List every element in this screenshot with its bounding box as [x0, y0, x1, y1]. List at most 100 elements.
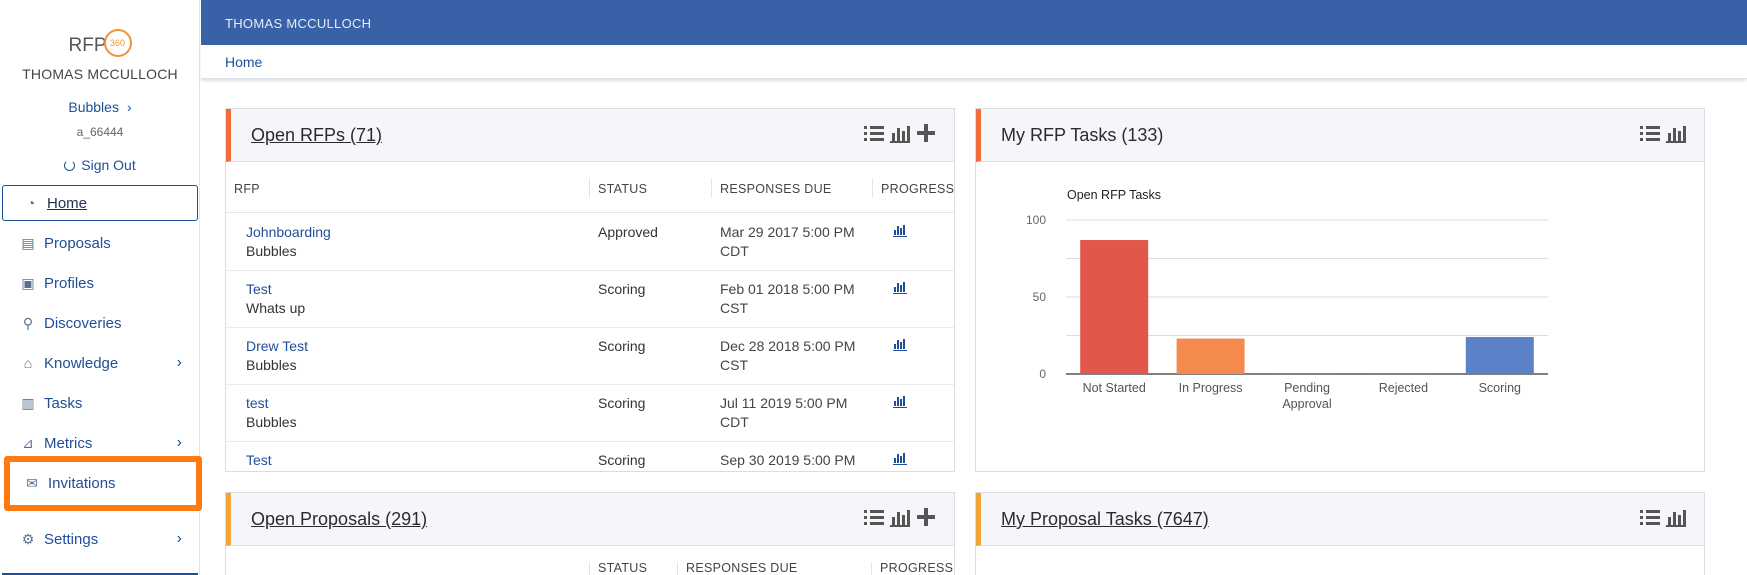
progress-chart-icon[interactable]: [893, 339, 907, 351]
rfp-due-date: Dec 28 2018 5:00 PM: [720, 338, 856, 354]
bar: [1465, 337, 1534, 374]
x-tick-label: Not Started: [1083, 381, 1146, 395]
table-row[interactable]: test Bubbles Scoring Jul 11 2019 5:00 PM C…: [226, 385, 954, 442]
sidebar-item-profiles[interactable]: ▣ Profiles: [0, 265, 198, 301]
sidebar-item-label: Discoveries: [44, 314, 122, 332]
org-switcher[interactable]: Bubbles ›: [0, 99, 200, 115]
bank-icon: ⌂: [23, 355, 33, 371]
chart-icon: ⊿: [22, 434, 34, 451]
table-row[interactable]: Johnboarding Bubbles Approved Mar 29 2017…: [226, 214, 954, 271]
column-divider: [677, 562, 678, 575]
sign-out-link[interactable]: Sign Out: [0, 157, 200, 173]
open-proposals-title[interactable]: Open Proposals (291): [251, 509, 427, 530]
x-tick-label: Rejected: [1379, 381, 1428, 395]
rfp-name-link[interactable]: Drew Test: [246, 337, 308, 356]
table-body: Johnboarding Bubbles Approved Mar 29 2017…: [226, 214, 954, 471]
sidebar-item-label: Metrics: [44, 434, 93, 452]
list-view-icon[interactable]: [1640, 507, 1660, 527]
sidebar-item-settings[interactable]: ⚙ Settings ›: [0, 521, 198, 557]
column-header-status[interactable]: STATUS: [598, 561, 647, 575]
sidebar-item-home[interactable]: ◔ Home: [2, 185, 198, 221]
bar: [1369, 373, 1438, 374]
bar: [1176, 338, 1245, 374]
rfp-due-date: Feb 01 2018 5:00 PM: [720, 281, 855, 297]
sidebar-item-invitations[interactable]: ✉ Invitations: [4, 456, 202, 511]
column-header-progress[interactable]: PROGRESS: [881, 182, 954, 196]
sidebar-item-label: Settings: [44, 530, 99, 548]
column-divider: [589, 562, 590, 575]
progress-chart-icon[interactable]: [893, 282, 907, 294]
envelope-icon: ✉: [26, 475, 38, 491]
table-row[interactable]: Test Scoring Sep 30 2019 5:00 PM: [226, 442, 954, 471]
list-view-icon[interactable]: [864, 123, 884, 143]
column-header-rfp[interactable]: RFP: [234, 182, 260, 196]
sidebar-item-proposals[interactable]: ▤ Proposals: [0, 225, 198, 261]
org-label: Bubbles: [68, 99, 119, 115]
power-icon: [64, 160, 76, 171]
rfp-name-link[interactable]: Test: [246, 280, 305, 299]
rfp-name-link[interactable]: Johnboarding: [246, 223, 331, 242]
table-row[interactable]: Drew Test Bubbles Scoring Dec 28 2018 5:0…: [226, 328, 954, 385]
rfp-org: Whats up: [246, 300, 306, 316]
chevron-right-icon: ›: [176, 434, 182, 451]
header-user-name: THOMAS MCCULLOCH: [225, 16, 372, 31]
add-icon[interactable]: [916, 507, 936, 527]
rfp-name-link[interactable]: test: [246, 394, 297, 413]
panel-header: My Proposal Tasks (7647): [976, 493, 1704, 546]
rfp-status: Approved: [598, 224, 658, 240]
column-header-responses-due[interactable]: RESPONSES DUE: [720, 182, 832, 196]
panel-header: Open Proposals (291): [226, 493, 954, 546]
rfp-status: Scoring: [598, 395, 646, 411]
x-tick-label: Pending: [1284, 381, 1330, 395]
sidebar-item-discoveries[interactable]: ⚲ Discoveries: [0, 305, 198, 341]
rfp-tasks-chart: 0 50 100 Not Started In Progress Pending Appro…: [1026, 213, 1548, 411]
sidebar-item-label: Invitations: [48, 475, 116, 492]
list-view-icon[interactable]: [864, 507, 884, 527]
rfp-due-tz: CDT: [720, 243, 749, 259]
rfp-status: Scoring: [598, 452, 646, 468]
rfp-due-tz: CST: [720, 357, 748, 373]
gear-icon: ⚙: [21, 530, 35, 547]
progress-chart-icon[interactable]: [893, 225, 907, 237]
panel-header: My RFP Tasks (133): [976, 109, 1704, 162]
chart-view-icon[interactable]: [1666, 123, 1686, 143]
column-header-status[interactable]: STATUS: [598, 182, 647, 196]
rfp-due-date: Mar 29 2017 5:00 PM: [720, 224, 855, 240]
panel-tools: [1640, 123, 1686, 143]
column-header-progress[interactable]: PROGRESS: [880, 561, 953, 575]
open-rfps-title[interactable]: Open RFPs (71): [251, 125, 382, 146]
dashboard-icon: ◔: [26, 195, 36, 211]
sidebar-item-knowledge[interactable]: ⌂ Knowledge ›: [0, 345, 198, 381]
rfp-org: Bubbles: [246, 243, 297, 259]
column-header-responses-due[interactable]: RESPONSES DUE: [686, 561, 798, 575]
rfp-tasks-title: My RFP Tasks (133): [1001, 125, 1164, 145]
progress-chart-icon[interactable]: [893, 396, 907, 408]
rfp-due-tz: CDT: [720, 414, 749, 430]
chevron-right-icon: ›: [126, 99, 132, 115]
x-tick-label: In Progress: [1179, 381, 1243, 395]
chart-view-icon[interactable]: [890, 123, 910, 143]
chart-view-icon[interactable]: [890, 507, 910, 527]
profile-card-icon: ▣: [21, 274, 35, 291]
progress-chart-icon[interactable]: [893, 453, 907, 465]
column-divider: [872, 178, 873, 198]
breadcrumb-home[interactable]: Home: [225, 54, 262, 70]
add-icon[interactable]: [916, 123, 936, 143]
panel-header: Open RFPs (71): [226, 109, 954, 162]
rfp-name-link[interactable]: Test: [246, 451, 272, 470]
proposal-tasks-title[interactable]: My Proposal Tasks (7647): [1001, 509, 1209, 530]
sidebar-item-label: Tasks: [44, 394, 83, 412]
rfp-org: Bubbles: [246, 357, 297, 373]
clipboard-icon: ▥: [21, 394, 35, 411]
rfp-tasks-panel: My RFP Tasks (133) Open RFP Tasks 0 50 100…: [975, 108, 1705, 472]
rfp-org: Bubbles: [246, 414, 297, 430]
column-divider: [711, 178, 712, 198]
table-row[interactable]: Test Whats up Scoring Feb 01 2018 5:00 PM…: [226, 271, 954, 328]
app-logo[interactable]: RFP 360: [0, 29, 200, 60]
sidebar-item-tasks[interactable]: ▥ Tasks: [0, 385, 198, 421]
sidebar-item-label: Proposals: [44, 234, 111, 252]
chart-view-icon[interactable]: [1666, 507, 1686, 527]
rfp-status: Scoring: [598, 281, 646, 297]
logo-text: RFP: [68, 35, 107, 57]
list-view-icon[interactable]: [1640, 123, 1660, 143]
